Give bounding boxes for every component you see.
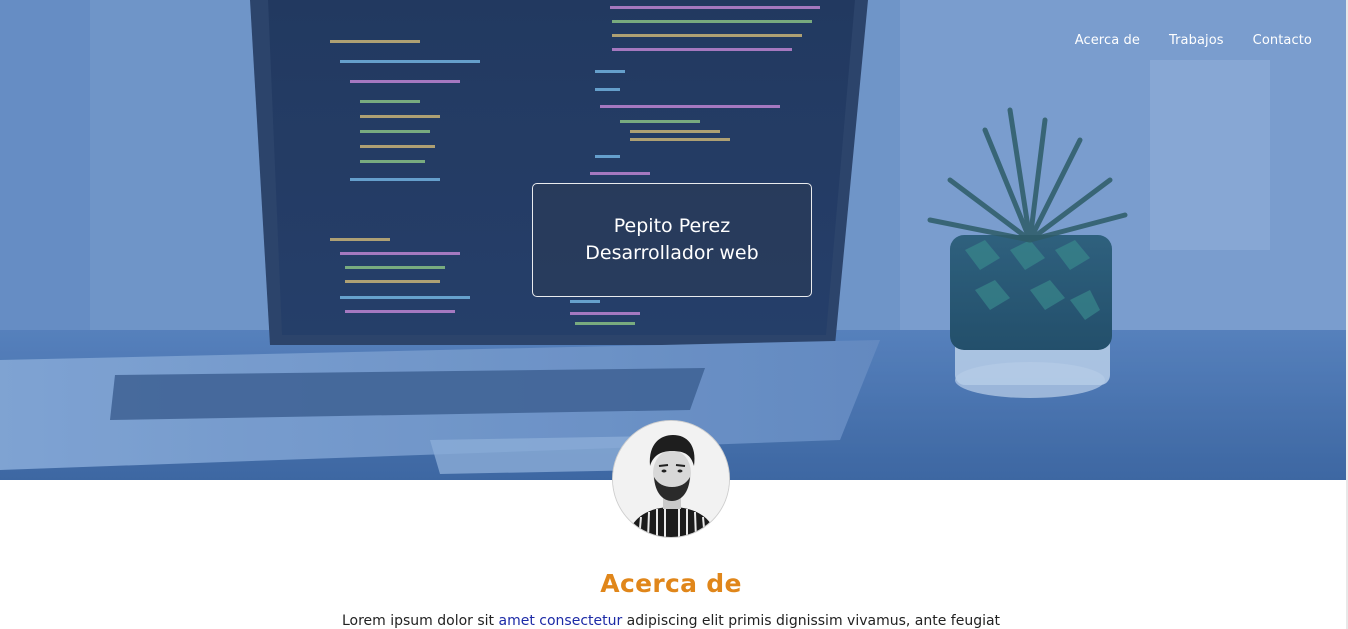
about-text-start: Lorem ipsum dolor sit bbox=[341, 613, 499, 629]
hero-name: Pepito Perez bbox=[613, 215, 731, 237]
about-inline-link[interactable]: amet consectetur bbox=[499, 613, 623, 629]
hero-title-box: Pepito Perez Desarrollador web bbox=[532, 183, 812, 297]
nav-link-acerca-de[interactable]: Acerca de bbox=[1075, 33, 1140, 49]
main-nav: Acerca de Trabajos Contacto bbox=[1075, 33, 1312, 49]
nav-link-contacto[interactable]: Contacto bbox=[1253, 33, 1312, 49]
avatar-photo-icon bbox=[613, 421, 729, 537]
hero-banner: Acerca de Trabajos Contacto Pepito Perez… bbox=[0, 0, 1346, 480]
nav-link-trabajos[interactable]: Trabajos bbox=[1169, 33, 1224, 49]
profile-avatar bbox=[612, 420, 730, 538]
about-text-end: adipiscing elit primis dignissim vivamus… bbox=[622, 613, 1001, 629]
about-heading: Acerca de bbox=[600, 569, 742, 598]
hero-role: Desarrollador web bbox=[585, 242, 759, 264]
page: Acerca de Trabajos Contacto Pepito Perez… bbox=[0, 0, 1348, 629]
about-paragraph: Lorem ipsum dolor sit amet consectetur a… bbox=[0, 611, 1342, 629]
